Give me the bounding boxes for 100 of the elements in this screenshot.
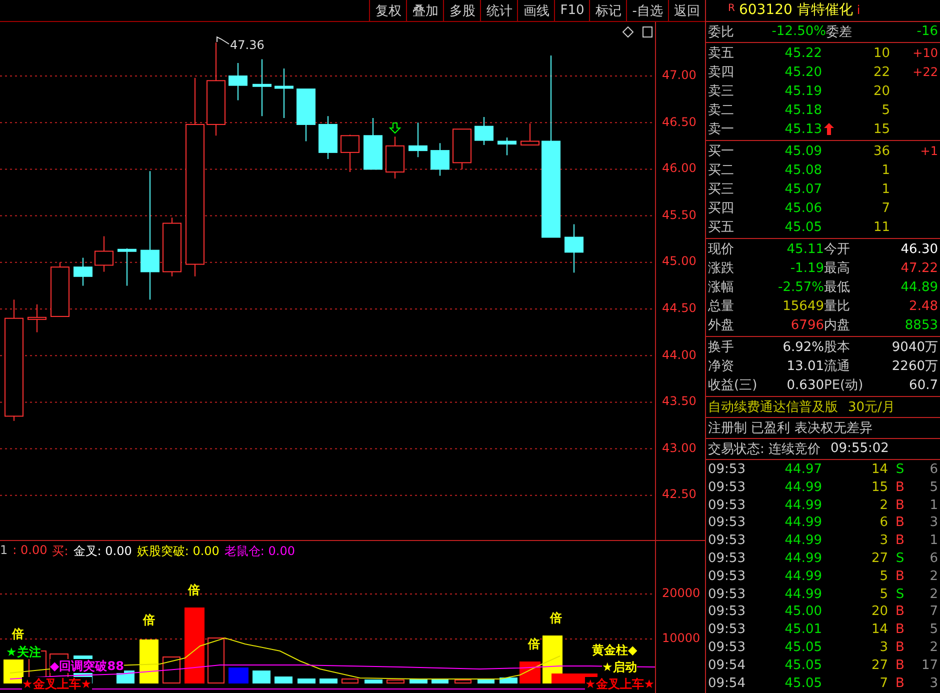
order-level-label: 买二 xyxy=(708,162,735,180)
volume-bar xyxy=(410,678,428,684)
window-icon[interactable] xyxy=(642,26,652,38)
trade-time: 09:54 xyxy=(708,658,746,673)
trade-count: 2 xyxy=(928,640,938,655)
trade-price: 45.05 xyxy=(784,640,822,655)
candle xyxy=(452,128,472,170)
diamond-icon[interactable] xyxy=(622,26,634,38)
trade-side: B xyxy=(894,533,906,548)
candle xyxy=(162,217,182,277)
order-price: 45.22 xyxy=(784,46,822,61)
candle xyxy=(318,116,338,160)
trade-volume: 14 xyxy=(870,462,888,478)
field-label: 量比 xyxy=(824,298,851,316)
candle xyxy=(340,134,360,172)
trade-time: 09:53 xyxy=(708,498,746,513)
trade-time: 09:53 xyxy=(708,568,746,584)
signal-label: 倍 xyxy=(550,611,562,625)
trade-side: B xyxy=(894,515,906,530)
field-label: 现价 xyxy=(708,241,735,258)
trade-volume: 27 xyxy=(870,658,888,673)
trade-count: 3 xyxy=(928,676,938,691)
order-volume: 5 xyxy=(880,102,890,118)
promo-link[interactable]: 自动续费通达信普及版 xyxy=(708,398,838,416)
order-price: 45.13 xyxy=(784,122,822,137)
signal-label: 倍 xyxy=(188,583,200,597)
order-volume: 10 xyxy=(872,46,890,61)
trade-side: B xyxy=(894,622,906,638)
trade-side: S xyxy=(894,586,906,602)
trade-count: 2 xyxy=(928,586,938,602)
trade-price: 45.05 xyxy=(784,658,822,673)
field-value: 2260万 xyxy=(890,358,938,376)
order-level-label: 卖二 xyxy=(708,102,735,120)
candle xyxy=(386,136,404,180)
order-level-label: 卖一 xyxy=(708,121,735,138)
down-arrow-icon xyxy=(388,122,402,134)
field-value: -1.19 xyxy=(789,260,824,276)
field-value: 15649 xyxy=(782,298,824,314)
volume-change: +10 xyxy=(912,46,938,60)
trade-price: 44.99 xyxy=(784,568,822,584)
volume-bar xyxy=(298,678,316,684)
indicator-legend-text: 妖股突破: 0.00 xyxy=(136,543,220,560)
field-label: 总量 xyxy=(708,298,735,316)
signal-label: ★金叉上车★ xyxy=(585,677,655,691)
order-volume: 1 xyxy=(880,182,890,197)
indicator-legend-text: : 0.00 xyxy=(12,543,48,559)
trade-price: 44.99 xyxy=(784,515,822,530)
signal-label: 倍 xyxy=(143,613,155,627)
trade-volume: 3 xyxy=(878,640,888,655)
field-label: 涨幅 xyxy=(708,279,735,296)
trade-volume: 3 xyxy=(878,533,888,548)
trade-volume: 7 xyxy=(878,676,888,691)
trade-time: 09:53 xyxy=(708,480,746,495)
field-value: -2.57% xyxy=(777,280,824,295)
volume-bar xyxy=(228,668,248,684)
price-tick: 46.00 xyxy=(662,161,696,176)
trade-time: 09:54 xyxy=(708,676,746,691)
trade-side: B xyxy=(894,480,906,495)
trade-count: 1 xyxy=(928,498,938,513)
trade-price: 44.97 xyxy=(784,462,822,478)
volume-bar xyxy=(478,680,494,684)
candle xyxy=(28,304,46,333)
field-label: 最高 xyxy=(824,260,851,278)
order-price: 45.19 xyxy=(784,84,822,99)
volume-bar xyxy=(520,662,540,684)
trade-side: S xyxy=(894,551,906,566)
signal-label: 倍 xyxy=(528,637,540,651)
candle xyxy=(564,224,584,274)
price-tick: 46.50 xyxy=(662,114,696,129)
indicator-legend-text: 金叉: 0.00 xyxy=(73,543,132,560)
order-price: 45.20 xyxy=(784,64,822,80)
trade-time: 09:53 xyxy=(708,622,746,638)
order-level-label: 买四 xyxy=(708,200,735,218)
trade-time: 09:53 xyxy=(708,533,746,548)
trade-side: B xyxy=(894,640,906,655)
info-link[interactable]: i xyxy=(856,3,860,18)
volume-bar xyxy=(342,678,358,684)
candle xyxy=(364,117,382,170)
indicator-legend-text: 老鼠仓: 0.00 xyxy=(224,543,295,560)
volume-bar xyxy=(252,670,270,684)
flag-icon xyxy=(216,36,230,44)
candle xyxy=(474,116,494,146)
field-value: 44.89 xyxy=(900,280,938,295)
volume-bar xyxy=(500,678,518,684)
high-price-label: 47.36 xyxy=(230,38,264,52)
trade-volume: 2 xyxy=(878,498,888,513)
candle xyxy=(50,262,70,317)
order-volume: 7 xyxy=(880,200,890,216)
volume-bar xyxy=(4,660,24,684)
trade-count: 6 xyxy=(928,551,938,566)
price-tick: 44.00 xyxy=(662,348,696,362)
field-value: 60.7 xyxy=(908,378,938,393)
trading-status: 交易状态: 连续竞价 xyxy=(708,440,821,458)
field-value: -16 xyxy=(916,24,938,40)
field-value: 0.630 xyxy=(786,378,824,393)
trade-count: 5 xyxy=(928,480,938,495)
trade-volume: 27 xyxy=(870,551,888,566)
order-level-label: 买五 xyxy=(708,219,735,236)
signal-label: ★启动 xyxy=(602,660,637,674)
field-value: 13.01 xyxy=(786,358,824,374)
